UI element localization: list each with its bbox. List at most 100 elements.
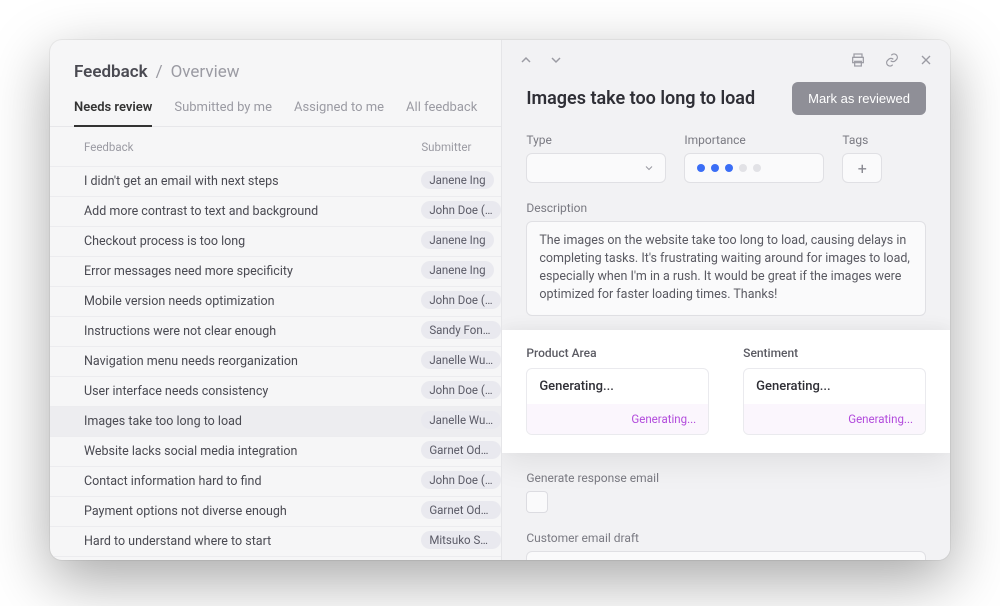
submitter-pill[interactable]: Sandy Fontenot <box>421 321 501 339</box>
feedback-cell: Instructions were not clear enough <box>84 324 421 339</box>
submitter-cell: Mitsuko Snay <box>421 531 501 553</box>
type-label: Type <box>526 133 666 147</box>
product-area-card: Generating... Generating... <box>526 368 709 435</box>
tags-label: Tags <box>842 133 882 147</box>
submitter-cell: Janene Ing <box>421 261 501 283</box>
field-row: Type Importance Tags + <box>502 115 950 183</box>
table-row[interactable]: Error messages need more specificityJane… <box>50 257 501 287</box>
detail-toolbar <box>502 40 950 68</box>
ai-strip: Product Area Generating... Generating...… <box>502 330 950 453</box>
chevron-down-icon[interactable] <box>548 52 564 68</box>
importance-label: Importance <box>684 133 824 147</box>
importance-rating[interactable] <box>684 153 824 183</box>
submitter-cell: Janene Ing <box>421 171 501 193</box>
product-area-value: Generating... <box>527 369 708 404</box>
feedback-cell: Contact information hard to find <box>84 474 421 489</box>
app-window: Feedback / Overview Needs review Submitte… <box>50 40 950 560</box>
table-row[interactable]: Contact information hard to findJohn Doe… <box>50 467 501 497</box>
add-tag-button[interactable]: + <box>842 153 882 183</box>
submitter-pill[interactable]: Janelle Wurst <box>421 351 501 369</box>
submitter-cell: John Doe (You) <box>421 201 501 223</box>
chevron-up-icon[interactable] <box>518 52 534 68</box>
importance-dot[interactable] <box>753 164 761 172</box>
tab-needs-review[interactable]: Needs review <box>74 100 152 127</box>
submitter-cell: Janelle Wurst <box>421 411 501 433</box>
detail-pane: Images take too long to load Mark as rev… <box>501 40 950 560</box>
breadcrumb-page: Overview <box>171 62 240 82</box>
submitter-pill[interactable]: John Doe (You) <box>421 381 501 399</box>
submitter-pill[interactable]: Mitsuko Snay <box>421 531 501 549</box>
importance-dot[interactable] <box>697 164 705 172</box>
tabs: Needs review Submitted by me Assigned to m… <box>50 82 501 127</box>
table-row[interactable]: Add more contrast to text and background… <box>50 197 501 227</box>
feedback-cell: User interface needs consistency <box>84 384 421 399</box>
breadcrumb-root[interactable]: Feedback <box>74 62 148 82</box>
feedback-table: Feedback Submitter I didn't get an email… <box>50 127 501 560</box>
breadcrumb-sep: / <box>156 62 163 82</box>
importance-dot[interactable] <box>725 164 733 172</box>
feedback-cell: Add more contrast to text and background <box>84 204 421 219</box>
submitter-cell: Sandy Fontenot <box>421 321 501 343</box>
feedback-cell: Payment options not diverse enough <box>84 504 421 519</box>
submitter-pill[interactable]: Janene Ing <box>421 231 493 249</box>
breadcrumb: Feedback / Overview <box>74 62 477 82</box>
submitter-pill[interactable]: Janelle Wurst <box>421 411 501 429</box>
gen-response-label: Generate response email <box>526 471 926 485</box>
gen-response-checkbox[interactable] <box>526 491 548 513</box>
chevron-down-icon <box>643 162 655 174</box>
description-label: Description <box>526 201 926 215</box>
submitter-pill[interactable]: John Doe (You) <box>421 471 501 489</box>
description-text[interactable]: The images on the website take too long … <box>526 221 926 316</box>
feedback-cell: I didn't get an email with next steps <box>84 174 421 189</box>
draft-hint[interactable]: ✦ Generate text for this field with AI b… <box>526 551 926 561</box>
tab-all-feedback[interactable]: All feedback <box>406 100 477 126</box>
submitter-cell: Garnet Odum <box>421 501 501 523</box>
feedback-cell: Website lacks social media integration <box>84 444 421 459</box>
sentiment-status: Generating... <box>744 404 925 434</box>
table-row[interactable]: Payment options not diverse enoughGarnet… <box>50 497 501 527</box>
print-icon[interactable] <box>850 52 866 68</box>
sentiment-label: Sentiment <box>743 346 926 360</box>
tab-assigned-to-me[interactable]: Assigned to me <box>294 100 384 126</box>
table-row[interactable]: Checkout process is too longJanene Ing <box>50 227 501 257</box>
table-row[interactable]: Instructions were not clear enoughSandy … <box>50 317 501 347</box>
tab-submitted-by-me[interactable]: Submitted by me <box>174 100 272 126</box>
feedback-cell: Checkout process is too long <box>84 234 421 249</box>
col-feedback-header: Feedback <box>84 140 421 154</box>
table-row[interactable]: Website lacks social media integrationGa… <box>50 437 501 467</box>
table-row[interactable]: Mobile version needs optimizationJohn Do… <box>50 287 501 317</box>
submitter-pill[interactable]: John Doe (You) <box>421 291 501 309</box>
product-area-status: Generating... <box>527 404 708 434</box>
submitter-pill[interactable]: John Doe (You) <box>421 201 501 219</box>
draft-label: Customer email draft <box>526 531 926 545</box>
detail-title: Images take too long to load <box>526 88 755 109</box>
table-row[interactable]: Navigation menu needs reorganizationJane… <box>50 347 501 377</box>
feedback-cell: Error messages need more specificity <box>84 264 421 279</box>
feedback-cell: Navigation menu needs reorganization <box>84 354 421 369</box>
sentiment-value: Generating... <box>744 369 925 404</box>
link-icon[interactable] <box>884 52 900 68</box>
submitter-pill[interactable]: Garnet Odum <box>421 501 501 519</box>
detail-header: Images take too long to load Mark as rev… <box>502 68 950 115</box>
submitter-cell: Janene Ing <box>421 231 501 253</box>
close-icon[interactable] <box>918 52 934 68</box>
mark-reviewed-button[interactable]: Mark as reviewed <box>792 82 926 115</box>
importance-dot[interactable] <box>711 164 719 172</box>
submitter-cell: John Doe (You) <box>421 291 501 313</box>
table-row[interactable]: I didn't get an email with next stepsJan… <box>50 167 501 197</box>
submitter-pill[interactable]: Garnet Odum <box>421 441 501 459</box>
table-row[interactable]: User interface needs consistencyJohn Doe… <box>50 377 501 407</box>
submitter-cell: John Doe (You) <box>421 381 501 403</box>
feedback-cell: Images take too long to load <box>84 414 421 429</box>
feedback-cell: Mobile version needs optimization <box>84 294 421 309</box>
type-select[interactable] <box>526 153 666 183</box>
importance-dot[interactable] <box>739 164 747 172</box>
table-row[interactable]: Images take too long to loadJanelle Wurs… <box>50 407 501 437</box>
submitter-pill[interactable]: Janene Ing <box>421 171 493 189</box>
submitter-pill[interactable]: Janene Ing <box>421 261 493 279</box>
header: Feedback / Overview <box>50 40 501 82</box>
feedback-cell: Hard to understand where to start <box>84 534 421 549</box>
table-row[interactable]: Hard to understand where to startMitsuko… <box>50 527 501 557</box>
submitter-cell: Janelle Wurst <box>421 351 501 373</box>
table-header: Feedback Submitter <box>50 127 501 167</box>
